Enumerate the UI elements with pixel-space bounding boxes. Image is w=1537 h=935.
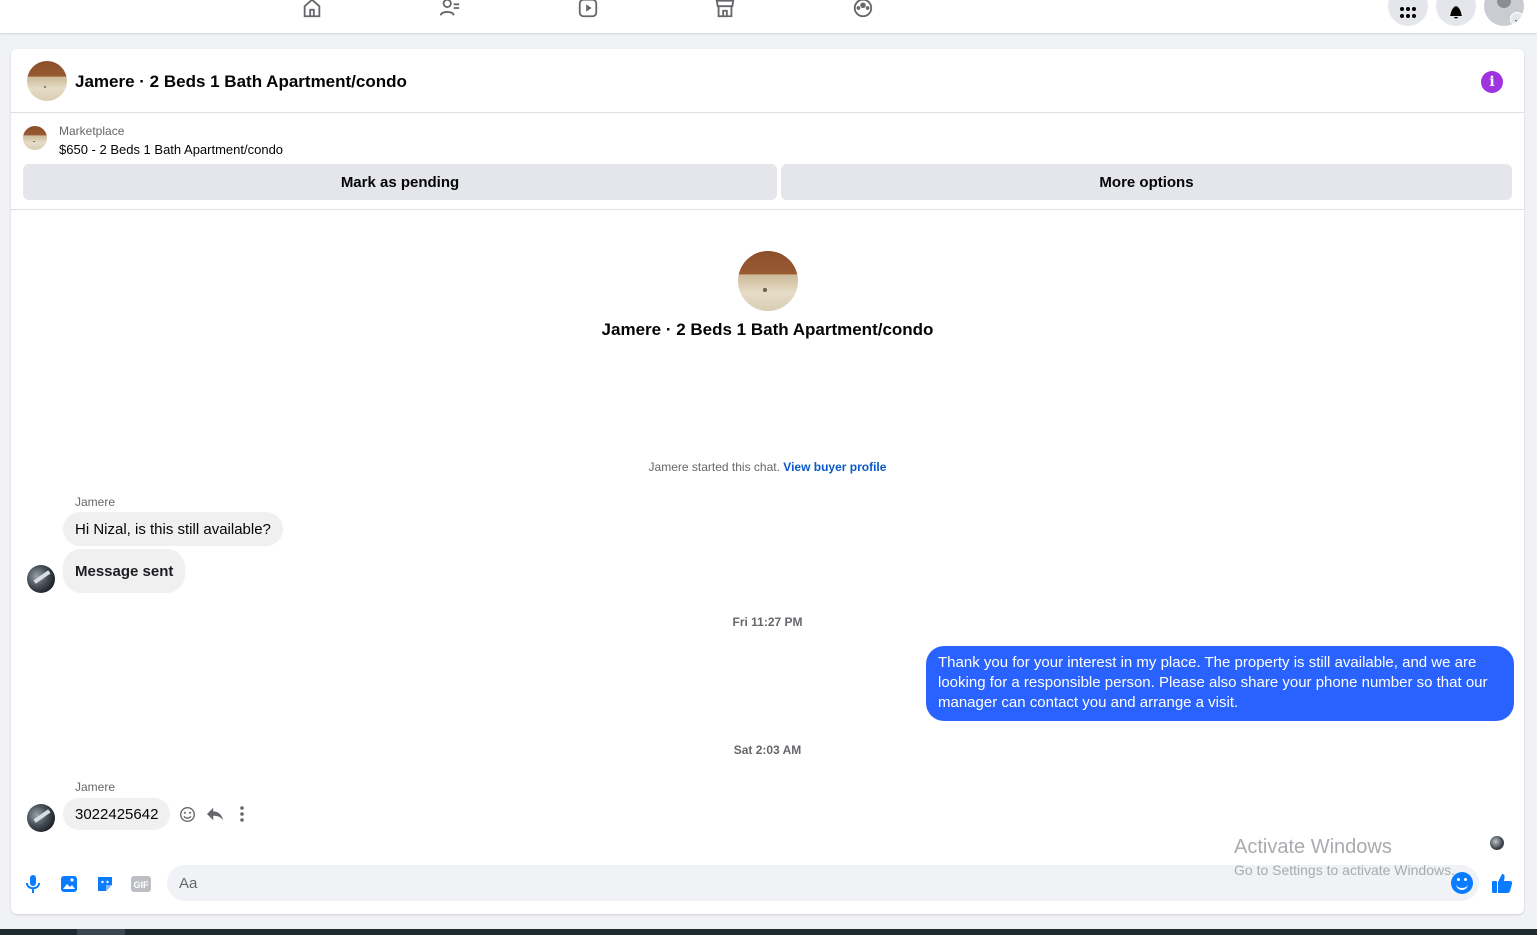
mark-as-pending-button[interactable]: Mark as pending xyxy=(23,164,777,200)
microphone-icon[interactable] xyxy=(21,872,45,896)
menu-grid-button[interactable] xyxy=(1388,0,1428,26)
sticker-icon[interactable] xyxy=(93,872,117,896)
contact-avatar[interactable] xyxy=(27,804,55,832)
account-icon xyxy=(1497,0,1511,8)
account-avatar[interactable]: ⌄ xyxy=(1484,0,1524,26)
notifications-button[interactable] xyxy=(1436,0,1476,26)
incoming-message[interactable]: 3022425642 xyxy=(63,798,171,830)
info-icon[interactable]: i xyxy=(1481,71,1503,93)
activate-windows-title: Activate Windows xyxy=(1234,836,1392,858)
like-icon[interactable] xyxy=(1490,871,1514,895)
conversation-header: Jamere · 2 Beds 1 Bath Apartment/condo i xyxy=(11,49,1524,113)
gif-icon[interactable]: GIF xyxy=(129,872,153,896)
view-buyer-profile-link[interactable]: View buyer profile xyxy=(783,460,886,474)
contact-avatar[interactable] xyxy=(27,565,55,593)
chat-started-notice: Jamere started this chat. View buyer pro… xyxy=(11,460,1524,474)
activate-windows-subtitle: Go to Settings to activate Windows. xyxy=(1234,862,1455,878)
more-options-button[interactable]: More options xyxy=(781,164,1512,200)
chevron-down-icon: ⌄ xyxy=(1510,12,1524,26)
conversation-panel: Jamere · 2 Beds 1 Bath Apartment/condo i… xyxy=(11,49,1524,914)
home-icon[interactable] xyxy=(299,0,325,18)
message-timestamp: Fri 11:27 PM xyxy=(732,615,803,629)
incoming-message[interactable]: Message sent xyxy=(63,549,186,593)
chat-started-text: Jamere started this chat. xyxy=(648,460,780,474)
read-receipt-avatar xyxy=(1490,836,1504,850)
top-navigation: ⌄ xyxy=(0,0,1537,33)
groups-icon[interactable] xyxy=(850,0,876,18)
incoming-message[interactable]: Hi Nizal, is this still available? xyxy=(63,512,283,546)
friends-icon[interactable] xyxy=(437,0,463,18)
photo-icon[interactable] xyxy=(57,872,81,896)
react-icon[interactable] xyxy=(177,804,197,824)
divider xyxy=(11,209,1524,210)
message-timestamp: Sat 2:03 AM xyxy=(733,743,802,757)
more-icon[interactable] xyxy=(232,804,252,824)
outgoing-message[interactable]: Thank you for your interest in my place.… xyxy=(926,646,1514,721)
notifications-icon xyxy=(1450,6,1462,19)
listing-thumbnail[interactable] xyxy=(23,126,47,150)
marketplace-icon[interactable] xyxy=(712,0,738,18)
taskbar-item[interactable] xyxy=(77,929,125,935)
taskbar xyxy=(0,929,1537,935)
watch-icon[interactable] xyxy=(575,0,601,18)
listing-price-title[interactable]: $650 - 2 Beds 1 Bath Apartment/condo xyxy=(59,142,283,157)
conversation-title[interactable]: Jamere · 2 Beds 1 Bath Apartment/condo xyxy=(75,72,407,92)
gif-label: GIF xyxy=(134,880,150,890)
intro-title: Jamere · 2 Beds 1 Bath Apartment/condo xyxy=(601,320,934,339)
listing-avatar[interactable] xyxy=(27,61,67,101)
menu-grid-icon xyxy=(1400,7,1416,18)
sender-name: Jamere xyxy=(75,495,116,509)
sender-name: Jamere xyxy=(75,780,116,794)
intro-listing-avatar xyxy=(738,251,798,311)
reply-icon[interactable] xyxy=(205,804,225,824)
marketplace-label: Marketplace xyxy=(59,124,125,138)
